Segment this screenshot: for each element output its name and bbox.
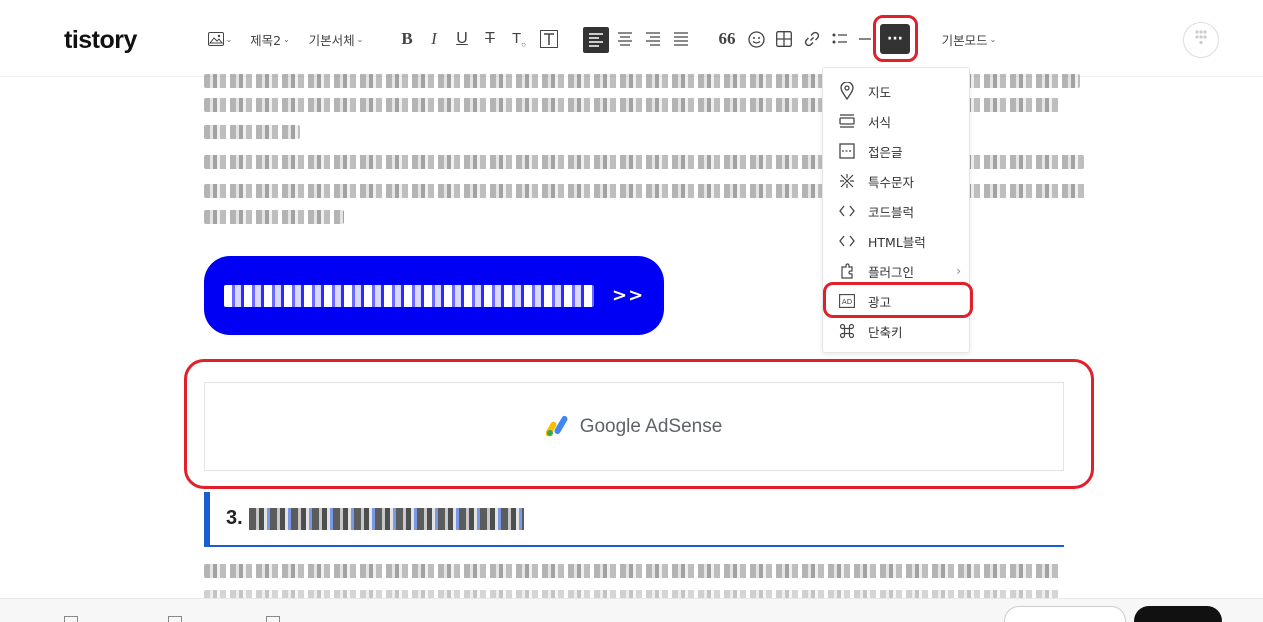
text-color-button[interactable]: T○ [508, 28, 530, 50]
section-heading-number: 3. [226, 507, 243, 529]
menu-item-shortcuts[interactable]: 단축키 [823, 316, 971, 346]
plugin-icon [837, 263, 857, 279]
menu-item-code-block[interactable]: 코드블럭 [823, 196, 971, 226]
align-center-button[interactable] [614, 28, 636, 50]
emoticon-button[interactable] [745, 28, 767, 50]
font-select[interactable]: 기본서체 ⌄ [304, 28, 368, 50]
mode-select-value: 기본모드 [941, 32, 988, 48]
font-select-value: 기본서체 [308, 32, 355, 48]
link-button[interactable] [801, 28, 823, 50]
text-background-icon [540, 30, 558, 48]
align-left-icon [588, 33, 604, 47]
menu-item-label: 서식 [868, 114, 892, 130]
chevron-down-icon: ⌄ [225, 34, 233, 44]
publish-button[interactable] [1134, 606, 1222, 622]
heading-select-value: 제목2 [250, 32, 282, 48]
align-right-icon [645, 32, 661, 46]
paragraph-line [204, 125, 300, 139]
profile-menu-button[interactable] [1183, 22, 1219, 58]
underline-button[interactable]: U [452, 28, 472, 50]
image-insert-button[interactable]: ⌄ [206, 28, 234, 50]
strikethrough-button[interactable]: T [480, 28, 500, 50]
smile-icon [747, 30, 765, 48]
quote-button[interactable]: 66 [716, 28, 738, 50]
cta-arrows: >> [612, 285, 645, 306]
ad-menu-highlight [823, 282, 973, 318]
html-icon [837, 234, 857, 248]
tistory-logo[interactable]: tistory [64, 26, 137, 55]
divider-button[interactable] [857, 28, 873, 50]
link-icon [804, 31, 820, 47]
align-right-button[interactable] [642, 28, 664, 50]
menu-item-special-char[interactable]: 특수문자 [823, 166, 971, 196]
chevron-down-icon: ⌄ [989, 34, 997, 44]
list-button[interactable] [829, 28, 851, 50]
paragraph-line [204, 564, 1060, 578]
menu-item-fold[interactable]: 접은글 [823, 136, 971, 166]
bold-icon: B [401, 29, 413, 48]
strikethrough-icon: T [485, 30, 495, 47]
align-justify-icon [673, 32, 689, 46]
italic-icon: I [431, 29, 437, 48]
more-button-highlight [873, 15, 918, 62]
section-heading-text [248, 507, 524, 530]
bottom-bar-icon[interactable] [64, 616, 78, 622]
code-icon [837, 204, 857, 218]
chevron-down-icon: ⌄ [283, 34, 290, 44]
cta-link-button[interactable]: >> [204, 256, 664, 335]
align-left-button[interactable] [583, 27, 609, 53]
special-char-icon [837, 173, 857, 189]
menu-item-html-block[interactable]: HTML블럭 [823, 226, 971, 256]
menu-item-label: 코드블럭 [868, 204, 915, 220]
underline-icon: U [456, 30, 468, 47]
menu-item-label: 지도 [868, 84, 892, 100]
temp-save-button[interactable] [1004, 606, 1126, 622]
bottom-bar-icon[interactable] [266, 616, 280, 622]
menu-item-label: 특수문자 [868, 174, 915, 190]
heading-select[interactable]: 제목2 ⌄ [247, 28, 293, 50]
mode-select[interactable]: 기본모드 ⌄ [937, 28, 1001, 50]
chevron-down-icon: ⌄ [356, 34, 364, 44]
bullet-list-icon [832, 32, 848, 46]
table-button[interactable] [773, 28, 795, 50]
adsense-highlight [184, 359, 1094, 489]
menu-item-map[interactable]: 지도 [823, 76, 971, 106]
text-color-icon: T○ [511, 29, 526, 49]
align-center-icon [617, 32, 633, 46]
horizontal-line-icon [859, 37, 871, 41]
menu-item-label: HTML블럭 [868, 234, 926, 250]
bold-button[interactable]: B [397, 28, 417, 50]
section-heading[interactable]: 3. [204, 492, 1064, 547]
template-icon [837, 113, 857, 129]
align-justify-button[interactable] [670, 28, 692, 50]
quote-icon: 66 [718, 29, 736, 48]
chevron-right-icon: › [956, 264, 961, 278]
image-icon [207, 32, 224, 46]
editor-content[interactable]: >> Google AdSense 3. [0, 74, 1263, 604]
menu-item-label: 단축키 [868, 324, 903, 340]
map-pin-icon [837, 82, 857, 100]
italic-button[interactable]: I [424, 28, 444, 50]
text-background-button[interactable] [538, 28, 560, 50]
dots-grid-icon [1194, 30, 1208, 50]
bottom-bar-icon[interactable] [168, 616, 182, 622]
cta-text [224, 284, 594, 307]
menu-item-label: 접은글 [868, 144, 903, 160]
table-icon [776, 31, 792, 47]
fold-icon [837, 143, 857, 159]
command-icon [837, 323, 857, 339]
menu-item-template[interactable]: 서식 [823, 106, 971, 136]
editor-toolbar: tistory ⌄ 제목2 ⌄ 기본서체 ⌄ B I U T T○ 66 ···… [0, 0, 1263, 77]
menu-item-label: 플러그인 [868, 264, 915, 280]
paragraph-line [204, 210, 344, 224]
